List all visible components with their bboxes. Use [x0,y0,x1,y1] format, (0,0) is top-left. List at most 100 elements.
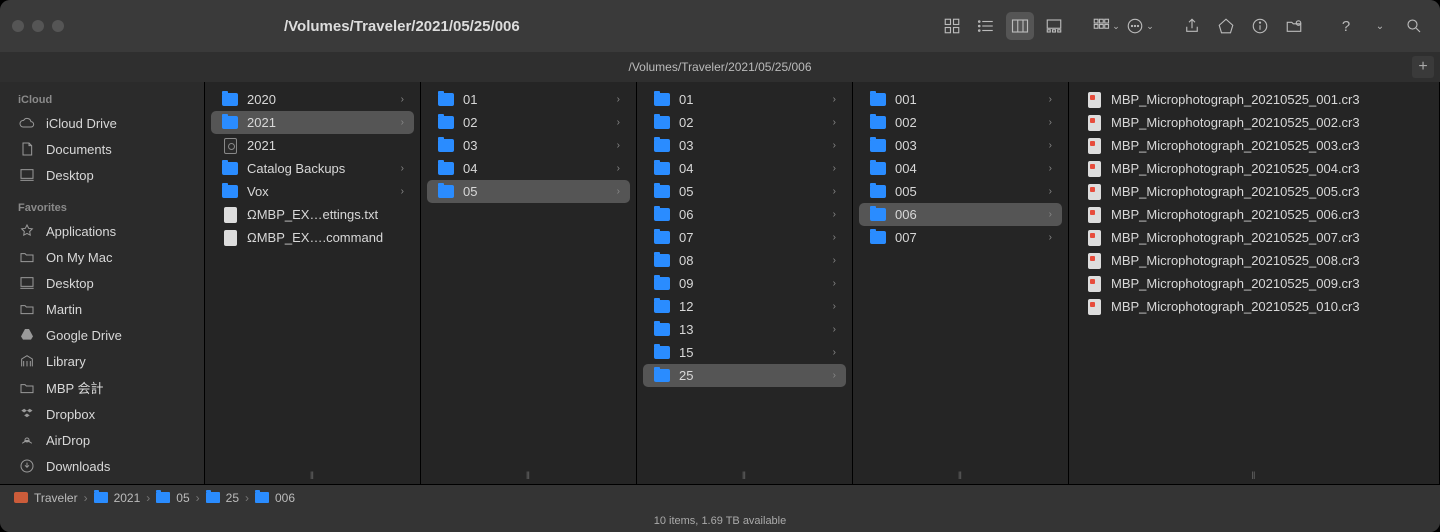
sidebar-item[interactable]: Martin [0,296,204,322]
file-row[interactable]: 04› [643,157,846,180]
chevron-right-icon: › [1049,140,1052,151]
column-resize-handle[interactable]: ‖ [958,471,963,482]
overflow-button[interactable]: ⌄ [1366,12,1394,40]
sidebar-item[interactable]: On My Mac [0,244,204,270]
file-row[interactable]: 004› [859,157,1062,180]
search-button[interactable] [1400,12,1428,40]
group-by-button[interactable]: ⌄ [1092,12,1120,40]
file-row[interactable]: 2020› [211,88,414,111]
sidebar-item[interactable]: Google Drive [0,322,204,348]
list-view-button[interactable] [972,12,1000,40]
sidebar-item[interactable]: Documents [0,136,204,162]
file-row[interactable]: MBP_Microphotograph_20210525_010.cr3 [1075,295,1433,318]
file-row[interactable]: 007› [859,226,1062,249]
sidebar-item[interactable]: MBP 会計 [0,374,204,401]
file-row[interactable]: MBP_Microphotograph_20210525_007.cr3 [1075,226,1433,249]
file-row[interactable]: 2021 [211,134,414,157]
share-button[interactable] [1178,12,1206,40]
drive-icon [14,492,28,503]
file-row[interactable]: MBP_Microphotograph_20210525_002.cr3 [1075,111,1433,134]
file-row[interactable]: 06› [643,203,846,226]
file-row[interactable]: ΩMBP_EX….command [211,226,414,249]
file-row[interactable]: 003› [859,134,1062,157]
file-label: 09 [679,276,825,291]
sidebar-item[interactable]: Library [0,348,204,374]
chevron-right-icon: › [1049,117,1052,128]
file-row[interactable]: 07› [643,226,846,249]
file-row[interactable]: MBP_Microphotograph_20210525_006.cr3 [1075,203,1433,226]
path-label: 006 [275,491,295,505]
file-row[interactable]: 02› [643,111,846,134]
folder-icon [869,160,887,178]
file-row[interactable]: MBP_Microphotograph_20210525_003.cr3 [1075,134,1433,157]
sidebar-item[interactable]: AirDrop [0,427,204,453]
file-row[interactable]: 25› [643,364,846,387]
file-label: MBP_Microphotograph_20210525_002.cr3 [1111,115,1423,130]
file-row[interactable]: Catalog Backups› [211,157,414,180]
close-window-button[interactable] [12,20,24,32]
folder-icon [221,91,239,109]
chevron-right-icon: › [401,163,404,174]
file-row[interactable]: ΩMBP_EX…ettings.txt [211,203,414,226]
icon-view-button[interactable] [938,12,966,40]
chevron-right-icon: › [1049,232,1052,243]
sidebar-item[interactable]: iCloud Drive [0,110,204,136]
folder-icon [18,248,36,266]
file-row[interactable]: 002› [859,111,1062,134]
column-resize-handle[interactable]: ‖ [1251,471,1256,482]
column-resize-handle[interactable]: ‖ [742,471,747,482]
sidebar-item[interactable]: Desktop [0,270,204,296]
file-row[interactable]: MBP_Microphotograph_20210525_001.cr3 [1075,88,1433,111]
file-row[interactable]: 001› [859,88,1062,111]
file-row[interactable]: 03› [427,134,630,157]
minimize-window-button[interactable] [32,20,44,32]
file-row[interactable]: 2021› [211,111,414,134]
file-row[interactable]: 01› [427,88,630,111]
file-row[interactable]: 09› [643,272,846,295]
sidebar-item[interactable]: Dropbox [0,401,204,427]
action-menu-button[interactable]: ⌄ [1126,12,1154,40]
file-row[interactable]: 05› [643,180,846,203]
sidebar-item[interactable]: Applications [0,218,204,244]
file-row[interactable]: 05› [427,180,630,203]
file-row[interactable]: MBP_Microphotograph_20210525_008.cr3 [1075,249,1433,272]
file-row[interactable]: MBP_Microphotograph_20210525_004.cr3 [1075,157,1433,180]
file-row[interactable]: 12› [643,295,846,318]
column-view-button[interactable] [1006,12,1034,40]
help-button[interactable]: ? [1332,12,1360,40]
file-row[interactable]: 03› [643,134,846,157]
file-row[interactable]: Vox› [211,180,414,203]
file-row[interactable]: MBP_Microphotograph_20210525_009.cr3 [1075,272,1433,295]
path-segment[interactable]: 006 [255,491,295,505]
file-row[interactable]: 01› [643,88,846,111]
file-row[interactable]: 02› [427,111,630,134]
info-button[interactable] [1246,12,1274,40]
new-tab-button[interactable]: + [1412,56,1434,78]
column-resize-handle[interactable]: ‖ [526,471,531,482]
tab-title[interactable]: /Volumes/Traveler/2021/05/25/006 [628,60,811,74]
gallery-view-button[interactable] [1040,12,1068,40]
zoom-window-button[interactable] [52,20,64,32]
sidebar-item[interactable]: Desktop [0,162,204,188]
new-folder-button[interactable] [1280,12,1308,40]
file-label: Vox [247,184,393,199]
file-label: 005 [895,184,1041,199]
file-row[interactable]: 15› [643,341,846,364]
path-segment[interactable]: 2021 [94,491,141,505]
column-resize-handle[interactable]: ‖ [310,471,315,482]
tags-button[interactable] [1212,12,1240,40]
file-row[interactable]: MBP_Microphotograph_20210525_005.cr3 [1075,180,1433,203]
image-file-icon [1085,275,1103,293]
path-segment[interactable]: Traveler [14,491,78,505]
file-label: 2020 [247,92,393,107]
file-label: MBP_Microphotograph_20210525_007.cr3 [1111,230,1423,245]
path-segment[interactable]: 25 [206,491,239,505]
file-label: 04 [679,161,825,176]
file-row[interactable]: 13› [643,318,846,341]
sidebar-item[interactable]: Downloads [0,453,204,479]
path-segment[interactable]: 05 [156,491,189,505]
file-row[interactable]: 04› [427,157,630,180]
file-row[interactable]: 006› [859,203,1062,226]
file-row[interactable]: 08› [643,249,846,272]
file-row[interactable]: 005› [859,180,1062,203]
